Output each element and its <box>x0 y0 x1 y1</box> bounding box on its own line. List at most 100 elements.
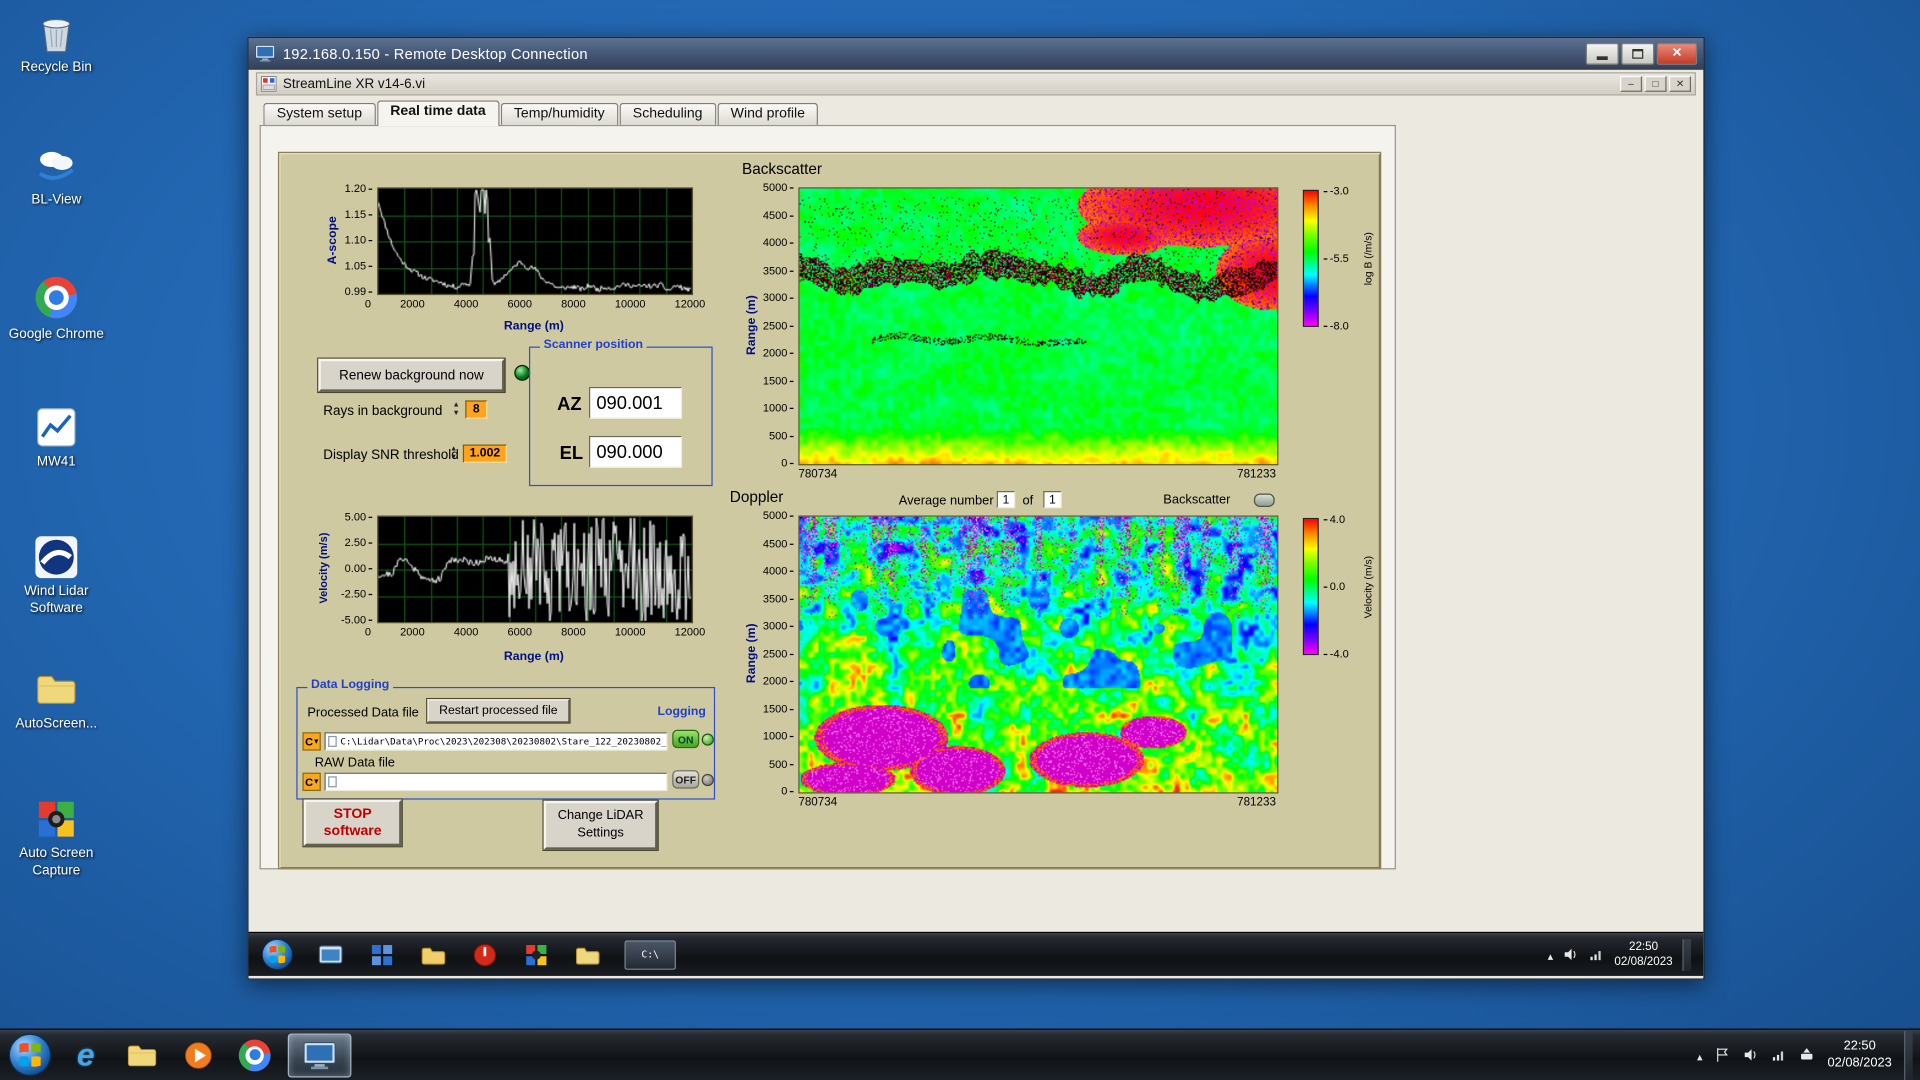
snr-value-field[interactable]: 1.002 <box>462 444 507 463</box>
remote-desktop: StreamLine XR v14-6.vi – □ ✕ System setu… <box>248 69 1704 979</box>
raw-drive-selector[interactable]: C <box>302 772 321 792</box>
rdp-minimize-button[interactable] <box>1585 42 1619 65</box>
desktop-icon-autoscreen-folder[interactable]: AutoScreen... <box>2 666 110 733</box>
processed-logging-switch[interactable]: ON <box>672 729 714 749</box>
off-switch-label: OFF <box>672 770 700 789</box>
show-desktop-button[interactable] <box>1904 1030 1913 1080</box>
rays-spinner[interactable] <box>451 400 462 418</box>
tick-label: 0 <box>781 785 793 797</box>
remote-start-button[interactable] <box>261 938 294 971</box>
taskbar-rdp-window-button[interactable] <box>287 1032 352 1077</box>
volume-icon[interactable] <box>1743 1047 1759 1063</box>
tab-wind-profile[interactable]: Wind profile <box>717 102 819 125</box>
tick-label: 1500 <box>763 374 794 386</box>
tick-label: -3.0 <box>1324 185 1349 197</box>
processed-path-field[interactable]: C:\Lidar\Data\Proc\2023\202308\20230802\… <box>324 732 668 751</box>
velocity-x-axis-label: Range (m) <box>503 650 564 664</box>
tick-label: 1000 <box>763 402 794 414</box>
tick-label: 0.0 <box>1324 580 1345 592</box>
rays-in-background-label: Rays in background <box>323 404 443 419</box>
el-value-field[interactable]: 090.000 <box>588 435 683 468</box>
remote-clock-time: 22:50 <box>1628 939 1659 954</box>
file-icon <box>328 735 337 747</box>
remote-taskbar-cmd-window-button[interactable]: C:\ <box>624 939 676 970</box>
backscatter-toggle[interactable] <box>1253 493 1275 507</box>
remote-taskbar-blue-grid-icon[interactable] <box>367 940 396 969</box>
desktop-icon-mw41[interactable]: MW41 <box>2 404 110 471</box>
start-button[interactable] <box>7 1032 52 1077</box>
average-number-field[interactable]: 1 <box>996 491 1016 509</box>
raw-logging-switch[interactable]: OFF <box>672 770 714 789</box>
remote-taskbar-capture-app-icon[interactable] <box>522 940 551 969</box>
processed-drive-selector[interactable]: C <box>302 732 321 751</box>
tick-label: 4500 <box>763 209 794 221</box>
tab-system-setup[interactable]: System setup <box>263 102 376 125</box>
tick-label: 3500 <box>763 264 794 276</box>
tick-label: 10000 <box>614 625 646 638</box>
app-minimize-button[interactable]: – <box>1619 75 1643 92</box>
tick-label: 500 <box>769 757 794 769</box>
restart-processed-file-button[interactable]: Restart processed file <box>427 699 570 723</box>
tick-label: 0.00 <box>345 562 373 574</box>
tick-label: 1.05 <box>345 260 373 272</box>
backscatter-colorbar-ticks: -3.0 -5.5 -8.0 <box>1324 185 1349 332</box>
remote-taskbar-yellow-app-icon[interactable] <box>419 940 448 969</box>
backscatter-colorbar <box>1302 189 1319 327</box>
snr-spinner[interactable] <box>448 444 459 462</box>
app-restore-button[interactable]: □ <box>1644 75 1667 92</box>
remote-tray-expand-icon[interactable] <box>1548 943 1554 965</box>
desktop-icon-bl-view[interactable]: BL-View <box>2 142 110 209</box>
renew-background-button[interactable]: Renew background now <box>318 358 505 392</box>
scanner-position-group: Scanner position AZ 090.001 EL 090.000 <box>528 337 713 487</box>
eject-device-icon[interactable] <box>1799 1047 1815 1063</box>
taskbar-media-player-icon[interactable] <box>175 1033 222 1077</box>
rdp-restore-button[interactable] <box>1621 42 1655 65</box>
backscatter-x-start: 780734 <box>798 467 838 482</box>
tab-temp-humidity[interactable]: Temp/humidity <box>500 102 619 125</box>
average-count-field[interactable]: 1 <box>1043 491 1062 509</box>
desktop-icon-wind-lidar[interactable]: Wind Lidar Software <box>2 534 110 618</box>
desktop-icon-google-chrome[interactable]: Google Chrome <box>2 274 110 343</box>
network-icon[interactable] <box>1771 1047 1787 1063</box>
renew-background-led[interactable] <box>514 364 531 381</box>
rdp-titlebar[interactable]: 192.168.0.150 - Remote Desktop Connectio… <box>248 37 1704 70</box>
stop-software-button[interactable]: STOP software <box>303 799 402 847</box>
tab-scheduling[interactable]: Scheduling <box>619 102 716 125</box>
app-titlebar[interactable]: StreamLine XR v14-6.vi – □ ✕ <box>255 72 1696 96</box>
taskbar-explorer-icon[interactable] <box>119 1033 166 1077</box>
remote-volume-icon[interactable] <box>1563 947 1579 963</box>
remote-taskbar-explorer-icon[interactable] <box>316 940 345 969</box>
action-center-flag-icon[interactable] <box>1715 1047 1731 1063</box>
rays-value-field[interactable]: 8 <box>465 400 488 419</box>
snr-threshold-label: Display SNR threshold <box>323 448 459 463</box>
tick-label: 1.10 <box>345 234 373 246</box>
taskbar-clock[interactable]: 22:50 02/08/2023 <box>1827 1039 1891 1071</box>
raw-path-field[interactable] <box>324 772 668 792</box>
tab-real-time-data[interactable]: Real time data <box>376 100 500 127</box>
clock-time: 22:50 <box>1843 1038 1876 1054</box>
chrome-icon <box>33 276 80 324</box>
doppler-colorbar <box>1302 517 1319 656</box>
remote-network-icon[interactable] <box>1589 947 1605 963</box>
tick-label: 500 <box>769 429 794 441</box>
app-close-button[interactable]: ✕ <box>1668 75 1692 92</box>
desktop-icon-auto-screen-capture[interactable]: Auto Screen Capture <box>2 796 110 880</box>
taskbar-internet-explorer-icon[interactable]: e <box>62 1033 109 1077</box>
remote-taskbar-power-app-icon[interactable] <box>470 940 499 969</box>
change-lidar-settings-button[interactable]: Change LiDAR Settings <box>543 800 658 850</box>
backscatter-y-axis-label: Range (m) <box>745 295 759 356</box>
remote-taskbar: C:\ 22:50 02/08/2023 <box>248 931 1704 976</box>
doppler-colorbar-label: Velocity (m/s) <box>1361 555 1374 618</box>
tick-label: -4.0 <box>1324 648 1349 660</box>
tray-expand-icon[interactable] <box>1697 1044 1703 1066</box>
remote-clock[interactable]: 22:50 02/08/2023 <box>1614 940 1672 969</box>
az-value-field[interactable]: 090.001 <box>588 386 683 419</box>
taskbar-chrome-icon[interactable] <box>231 1033 278 1077</box>
rdp-close-button[interactable]: ✕ <box>1656 42 1698 65</box>
data-logging-group: Data Logging Processed Data file Restart… <box>296 678 716 800</box>
average-number-label: Average number <box>898 493 994 509</box>
tick-label: 5000 <box>763 181 794 193</box>
remote-taskbar-folder-icon[interactable] <box>573 940 602 969</box>
desktop-icon-recycle-bin[interactable]: Recycle Bin <box>2 10 110 77</box>
remote-show-desktop-button[interactable] <box>1682 938 1692 971</box>
